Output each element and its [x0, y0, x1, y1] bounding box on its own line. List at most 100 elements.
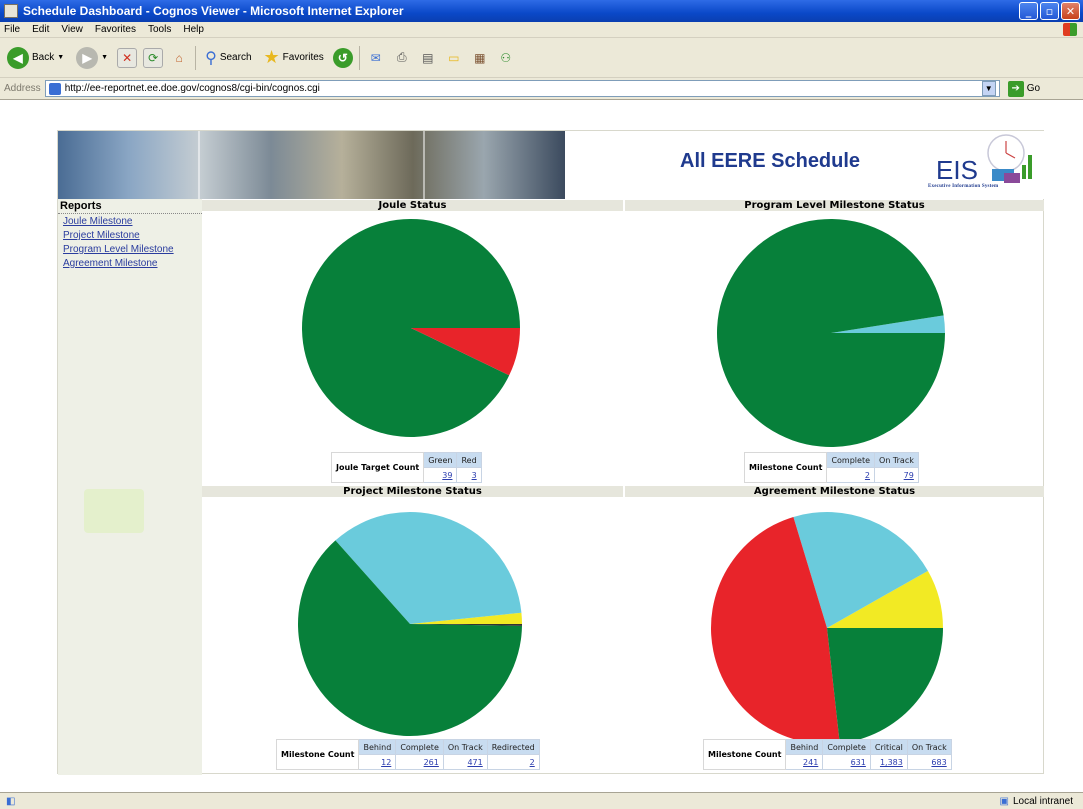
address-dropdown-icon[interactable]: ▼ — [981, 81, 996, 96]
refresh-icon[interactable]: ⟳ — [143, 47, 164, 68]
address-bar: Address http://ee-reportnet.ee.doe.gov/c… — [0, 78, 1083, 100]
table-column-header: Complete — [395, 739, 444, 755]
forward-button[interactable]: ▶ ▼ — [73, 45, 111, 71]
research-icon[interactable]: ▦ — [470, 48, 490, 68]
table-value-link[interactable]: 1,383 — [869, 754, 908, 770]
address-input[interactable]: http://ee-reportnet.ee.doe.gov/cognos8/c… — [44, 80, 1000, 97]
table-column-header: On Track — [442, 739, 488, 755]
banner-photo-collage — [58, 131, 565, 199]
go-arrow-icon: ➔ — [1007, 80, 1024, 97]
page-status-icon: ◧ — [6, 795, 16, 807]
back-label: Back — [32, 52, 55, 63]
table-column-header: Complete — [826, 452, 876, 468]
menu-file[interactable]: File — [4, 24, 20, 35]
history-icon[interactable]: ↺ — [332, 47, 353, 68]
window-title: Schedule Dashboard - Cognos Viewer - Mic… — [23, 4, 404, 18]
favorites-label: Favorites — [282, 52, 324, 63]
toolbar-separator — [195, 45, 197, 70]
eis-logo-subtitle: Executive Information System — [928, 184, 999, 189]
stop-icon[interactable]: ✕ — [117, 47, 138, 68]
print-icon[interactable]: ⎙ — [392, 48, 412, 68]
edit-icon[interactable]: ▤ — [418, 48, 438, 68]
restore-button[interactable]: ▫ — [1040, 2, 1059, 20]
back-button[interactable]: ◀ Back ▼ — [4, 45, 67, 71]
folder-icon[interactable]: ▭ — [444, 48, 464, 68]
toolbar-separator — [358, 45, 360, 70]
table-column-header: Behind — [358, 739, 397, 755]
table-column-header: Red — [456, 452, 482, 468]
favorites-star-icon: ★ — [263, 47, 280, 67]
table-column-header: Redirected — [486, 739, 540, 755]
table-column-header: Critical — [869, 739, 908, 755]
table-value-link[interactable]: 12 — [358, 754, 397, 770]
eis-logo: EIS Executive Information System — [928, 133, 1043, 197]
forward-arrow-icon: ▶ — [76, 46, 99, 69]
minimize-button[interactable]: _ — [1019, 2, 1038, 20]
close-button[interactable]: ✕ — [1061, 2, 1080, 20]
program-level-milestone-pie-chart — [717, 218, 945, 447]
menu-view[interactable]: View — [61, 24, 83, 35]
status-bar: ◧ ▣ Local intranet — [0, 792, 1083, 809]
panel-title-joule-status: Joule Status — [202, 200, 623, 211]
go-button[interactable]: ➔ Go — [1007, 80, 1041, 97]
table-header: Joule Target Count — [330, 452, 425, 483]
pie-slice-on-track — [827, 628, 943, 744]
table-value-link[interactable]: 3 — [456, 467, 482, 483]
window-titlebar: Schedule Dashboard - Cognos Viewer - Mic… — [0, 0, 1083, 22]
agreement-milestone-pie-chart — [711, 512, 943, 744]
table-value-link[interactable]: 471 — [442, 754, 488, 770]
agreement-milestone-table: Milestone Count Behind Complete Critical… — [702, 739, 952, 770]
menu-bar: File Edit View Favorites Tools Help — [0, 22, 1083, 38]
menu-edit[interactable]: Edit — [32, 24, 49, 35]
table-column-header: On Track — [906, 739, 952, 755]
project-milestone-pie-chart — [298, 512, 522, 736]
sidebar-link-agreement-milestone[interactable]: Agreement Milestone — [58, 256, 202, 270]
sidebar-link-project-milestone[interactable]: Project Milestone — [58, 228, 202, 242]
search-label: Search — [219, 52, 252, 63]
table-header: Milestone Count — [702, 739, 787, 770]
table-value-link[interactable]: 241 — [785, 754, 824, 770]
messenger-icon[interactable]: ⚇ — [496, 48, 516, 68]
menu-tools[interactable]: Tools — [148, 24, 171, 35]
favorites-button[interactable]: ★ Favorites — [261, 45, 327, 70]
table-value-link[interactable]: 79 — [874, 467, 919, 483]
table-header: Milestone Count — [743, 452, 828, 483]
ie-app-icon — [4, 4, 18, 18]
table-value-link[interactable]: 631 — [822, 754, 871, 770]
table-header: Milestone Count — [275, 739, 360, 770]
menu-favorites[interactable]: Favorites — [95, 24, 136, 35]
back-dropdown-icon[interactable]: ▼ — [57, 54, 64, 61]
table-value-link[interactable]: 39 — [423, 467, 458, 483]
zone-label: Local intranet — [1012, 795, 1073, 807]
sidebar-highlight — [84, 489, 144, 533]
home-icon[interactable]: ⌂ — [169, 48, 189, 68]
program-level-milestone-table: Milestone Count Complete On Track 2 79 — [743, 452, 919, 483]
table-value-link[interactable]: 2 — [826, 467, 876, 483]
menu-help[interactable]: Help — [183, 24, 204, 35]
search-button[interactable]: ⚲ Search — [202, 46, 254, 70]
dashboard-banner: All EERE Schedule EIS Executive Informat… — [58, 131, 1045, 199]
table-column-header: Green — [423, 452, 458, 468]
table-column-header: Complete — [822, 739, 871, 755]
address-url: http://ee-reportnet.ee.doe.gov/cognos8/c… — [64, 83, 320, 94]
panel-title-agreement-milestone-status: Agreement Milestone Status — [625, 486, 1044, 497]
reports-sidebar: Reports Joule Milestone Project Mileston… — [58, 199, 202, 775]
search-icon: ⚲ — [205, 49, 217, 67]
forward-dropdown-icon[interactable]: ▼ — [101, 54, 108, 61]
table-column-header: On Track — [874, 452, 919, 468]
table-value-link[interactable]: 683 — [906, 754, 952, 770]
table-value-link[interactable]: 261 — [395, 754, 444, 770]
toolbar: ◀ Back ▼ ▶ ▼ ✕ ⟳ ⌂ ⚲ Search ★ Favorites … — [0, 38, 1083, 78]
mail-icon[interactable]: ✉ — [366, 48, 386, 68]
sidebar-link-program-level-milestone[interactable]: Program Level Milestone — [58, 242, 202, 256]
joule-status-pie-chart — [301, 219, 520, 438]
intranet-zone-icon: ▣ — [999, 795, 1009, 807]
sidebar-link-joule-milestone[interactable]: Joule Milestone — [58, 214, 202, 228]
panel-title-program-level-milestone-status: Program Level Milestone Status — [625, 200, 1044, 211]
windows-logo-icon — [1063, 23, 1077, 36]
joule-status-table: Joule Target Count Green Red 39 3 — [330, 452, 482, 483]
go-label: Go — [1026, 83, 1041, 94]
back-arrow-icon: ◀ — [7, 46, 29, 69]
address-label: Address — [4, 83, 41, 94]
table-value-link[interactable]: 2 — [486, 754, 540, 770]
